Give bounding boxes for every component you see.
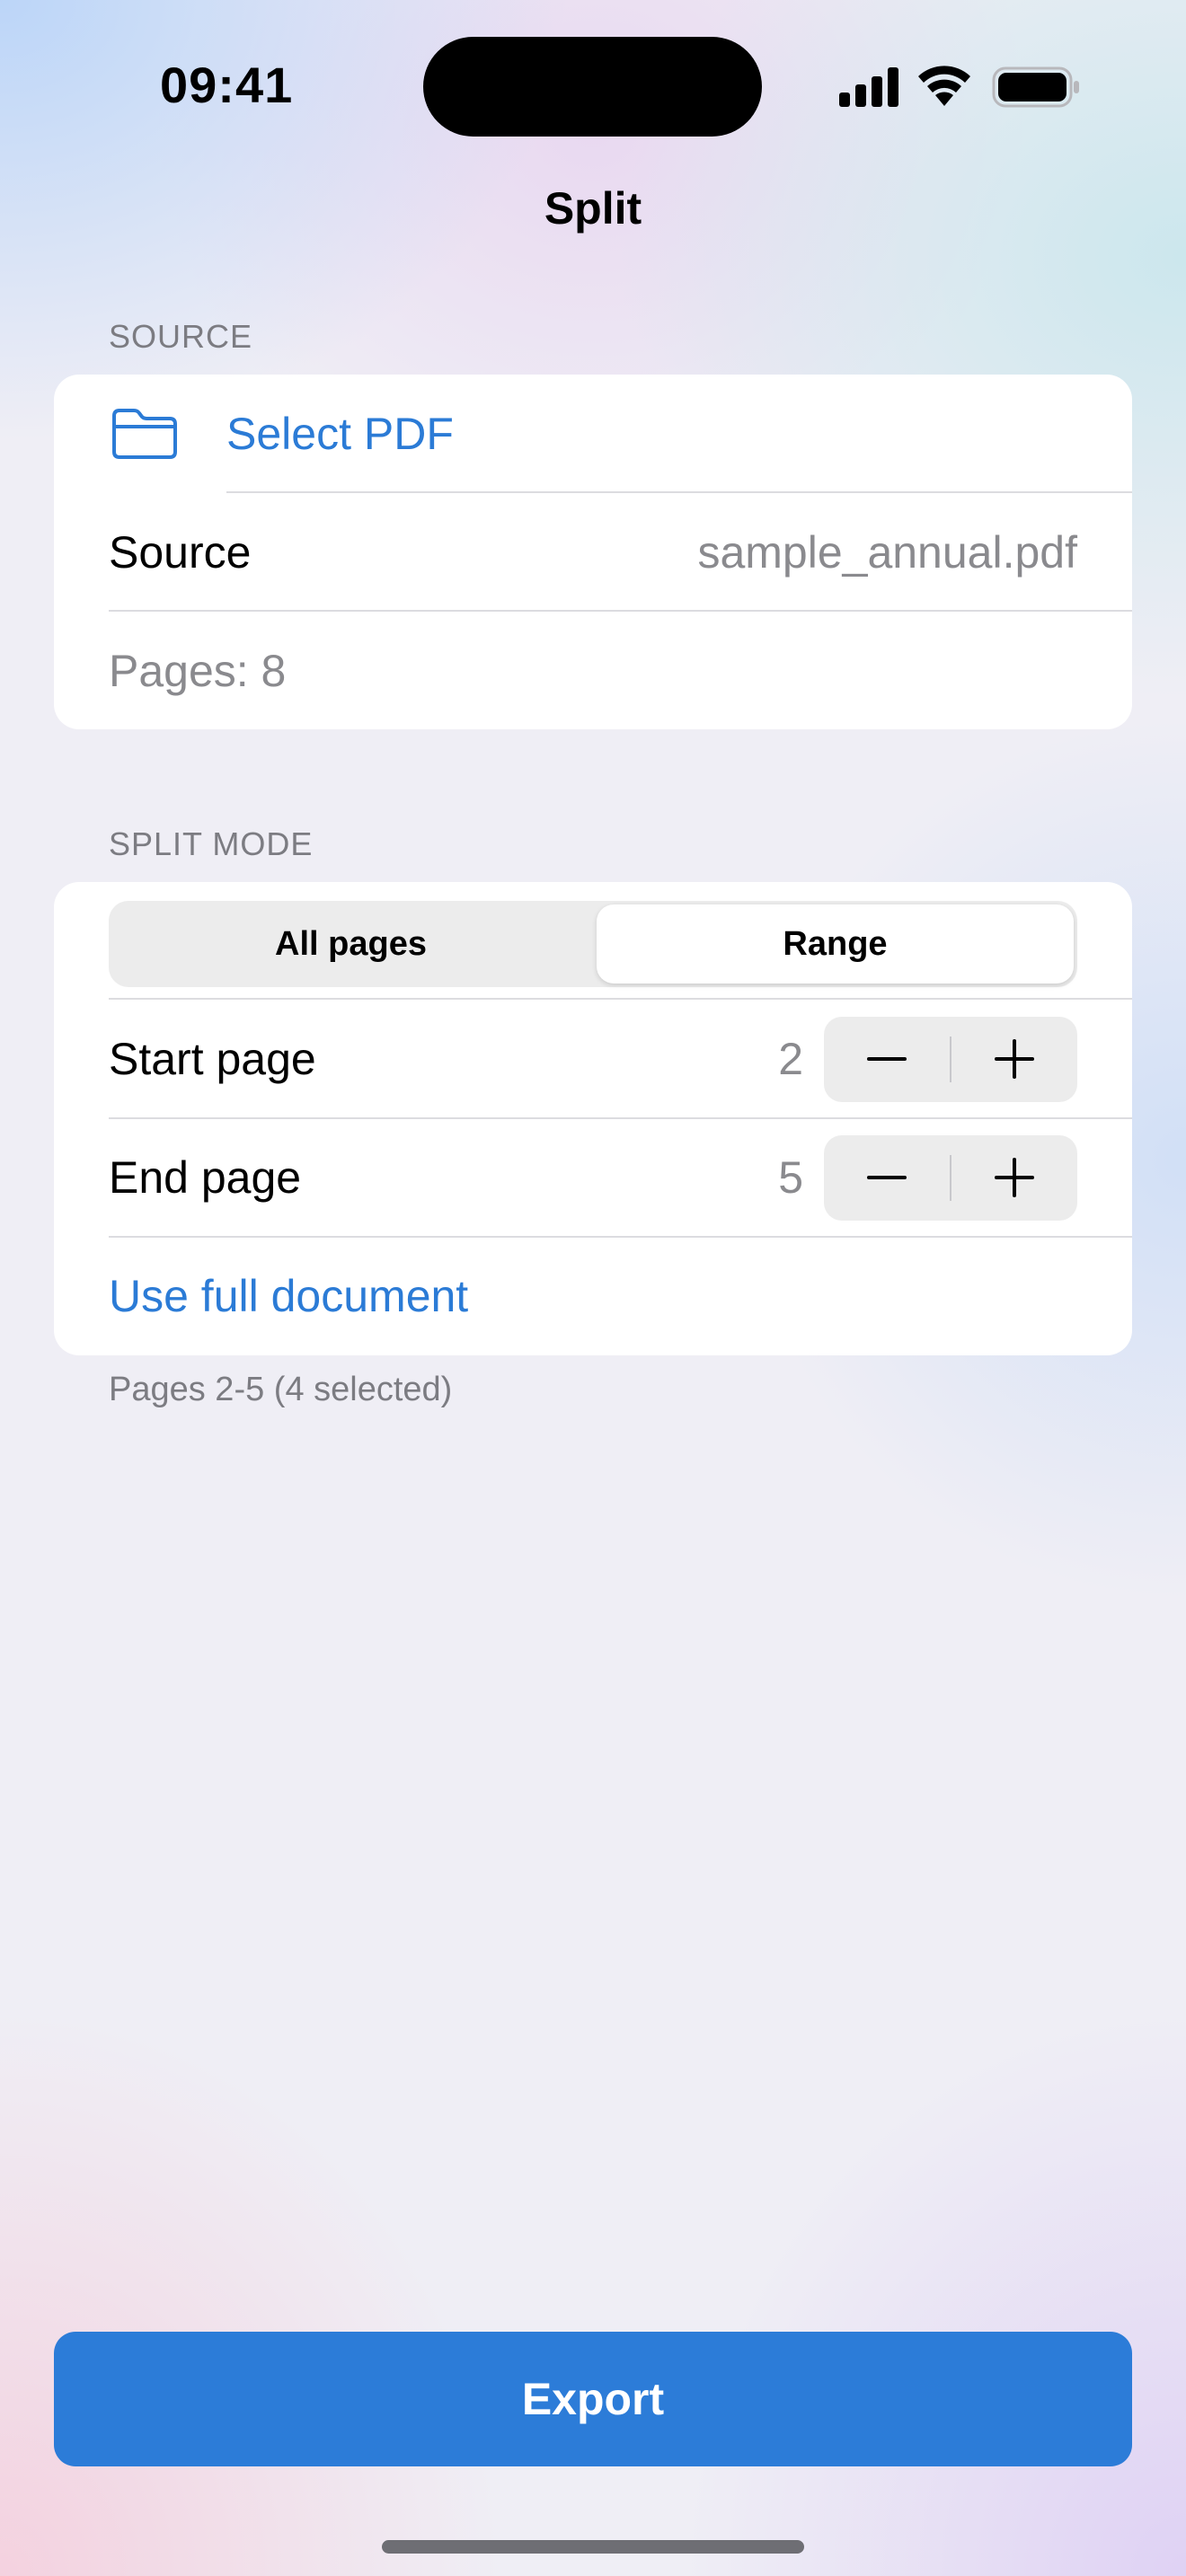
start-page-decrement-button[interactable] [824,1017,950,1102]
start-page-label: Start page [109,1034,316,1084]
split-mode-segment-row: All pages Range [54,882,1132,999]
segment-all-pages[interactable]: All pages [109,901,593,987]
start-page-increment-button[interactable] [951,1017,1077,1102]
dynamic-island [423,37,762,137]
segment-range[interactable]: Range [597,904,1074,984]
source-row: Source sample_annual.pdf [54,493,1132,612]
use-full-document-button[interactable]: Use full document [109,1237,468,1355]
export-button[interactable]: Export [54,2332,1132,2466]
use-full-document-row[interactable]: Use full document [54,1237,1132,1355]
source-section-header: SOURCE [109,318,253,355]
select-pdf-label: Select PDF [226,409,454,459]
plus-icon [995,1158,1034,1197]
minus-icon [867,1176,907,1179]
home-indicator [382,2540,804,2554]
split-mode-segmented-control: All pages Range [109,901,1077,987]
split-mode-card: All pages Range Start page 2 End page 5 [54,882,1132,1355]
split-mode-section-header: SPLIT MODE [109,825,314,862]
pages-count-row: Pages: 8 [54,612,1132,729]
select-pdf-row[interactable]: Select PDF [54,375,1132,493]
end-page-row: End page 5 [54,1118,1132,1237]
end-page-increment-button[interactable] [951,1135,1077,1221]
start-page-row: Start page 2 [54,1000,1132,1118]
plus-icon [995,1039,1034,1079]
start-page-value: 2 [778,1034,803,1084]
end-page-value: 5 [778,1152,803,1203]
pages-count-text: Pages: 8 [109,646,287,696]
status-bar: 09:41 [0,0,1186,171]
end-page-label: End page [109,1152,302,1203]
status-time: 09:41 [160,57,294,113]
source-card: Select PDF Source sample_annual.pdf Page… [54,375,1132,729]
end-page-decrement-button[interactable] [824,1135,950,1221]
cellular-signal-icon [839,67,898,107]
page-title: Split [544,183,642,234]
selection-summary: Pages 2-5 (4 selected) [109,1371,453,1408]
wifi-icon [918,66,970,106]
status-icons [839,65,1080,110]
source-filename: sample_annual.pdf [697,527,1077,578]
source-label: Source [109,527,252,578]
end-page-stepper [824,1135,1077,1221]
start-page-stepper [824,1017,1077,1102]
minus-icon [867,1057,907,1061]
folder-icon [112,409,177,459]
battery-icon [992,66,1079,108]
